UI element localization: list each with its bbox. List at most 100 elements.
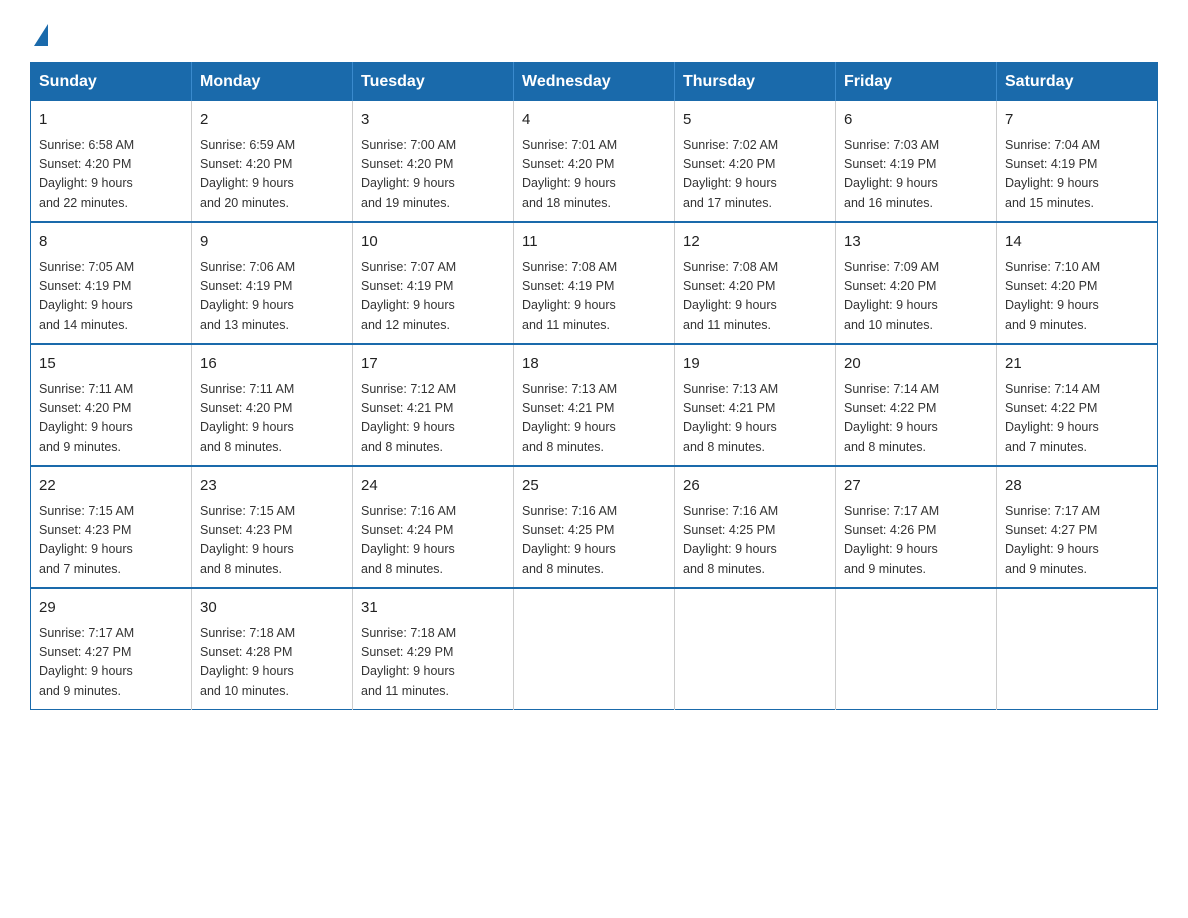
- day-info: Sunrise: 7:16 AMSunset: 4:25 PMDaylight:…: [683, 502, 827, 580]
- calendar-week-row: 29Sunrise: 7:17 AMSunset: 4:27 PMDayligh…: [31, 588, 1158, 710]
- day-info: Sunrise: 7:00 AMSunset: 4:20 PMDaylight:…: [361, 136, 505, 214]
- day-number: 3: [361, 109, 505, 132]
- day-info: Sunrise: 6:59 AMSunset: 4:20 PMDaylight:…: [200, 136, 344, 214]
- day-number: 16: [200, 353, 344, 376]
- calendar-cell: 22 Sunrise: 7:15 AMSunset: 4:23 PMDayligh…: [31, 466, 192, 588]
- day-number: 2: [200, 109, 344, 132]
- calendar-cell: 15 Sunrise: 7:11 AMSunset: 4:20 PMDayligh…: [31, 344, 192, 466]
- day-number: 7: [1005, 109, 1149, 132]
- logo-triangle-icon: [34, 24, 48, 46]
- day-info: Sunrise: 7:16 AMSunset: 4:24 PMDaylight:…: [361, 502, 505, 580]
- page-header: [30, 20, 1158, 44]
- calendar-cell: 28Sunrise: 7:17 AMSunset: 4:27 PMDayligh…: [997, 466, 1158, 588]
- calendar-cell: 17 Sunrise: 7:12 AMSunset: 4:21 PMDayligh…: [353, 344, 514, 466]
- calendar-cell: 18Sunrise: 7:13 AMSunset: 4:21 PMDayligh…: [514, 344, 675, 466]
- day-info: Sunrise: 6:58 AMSunset: 4:20 PMDaylight:…: [39, 136, 183, 214]
- calendar-cell: 12 Sunrise: 7:08 AMSunset: 4:20 PMDayligh…: [675, 222, 836, 344]
- day-number: 9: [200, 231, 344, 254]
- calendar-cell: 19 Sunrise: 7:13 AMSunset: 4:21 PMDayligh…: [675, 344, 836, 466]
- day-number: 19: [683, 353, 827, 376]
- calendar-cell: 3 Sunrise: 7:00 AMSunset: 4:20 PMDaylight…: [353, 101, 514, 222]
- day-info: Sunrise: 7:02 AMSunset: 4:20 PMDaylight:…: [683, 136, 827, 214]
- day-info: Sunrise: 7:17 AMSunset: 4:27 PMDaylight:…: [39, 624, 183, 702]
- day-info: Sunrise: 7:04 AMSunset: 4:19 PMDaylight:…: [1005, 136, 1149, 214]
- day-info: Sunrise: 7:14 AMSunset: 4:22 PMDaylight:…: [844, 380, 988, 458]
- calendar-cell: 30Sunrise: 7:18 AMSunset: 4:28 PMDayligh…: [192, 588, 353, 710]
- weekday-header-sunday: Sunday: [31, 63, 192, 102]
- calendar-cell: 1 Sunrise: 6:58 AMSunset: 4:20 PMDaylight…: [31, 101, 192, 222]
- calendar-cell: 8 Sunrise: 7:05 AMSunset: 4:19 PMDaylight…: [31, 222, 192, 344]
- calendar-week-row: 15 Sunrise: 7:11 AMSunset: 4:20 PMDayligh…: [31, 344, 1158, 466]
- day-info: Sunrise: 7:18 AMSunset: 4:29 PMDaylight:…: [361, 624, 505, 702]
- calendar-cell: 10 Sunrise: 7:07 AMSunset: 4:19 PMDayligh…: [353, 222, 514, 344]
- calendar-cell: 31 Sunrise: 7:18 AMSunset: 4:29 PMDayligh…: [353, 588, 514, 710]
- weekday-header-row: SundayMondayTuesdayWednesdayThursdayFrid…: [31, 63, 1158, 102]
- calendar-cell: 4Sunrise: 7:01 AMSunset: 4:20 PMDaylight…: [514, 101, 675, 222]
- day-number: 23: [200, 475, 344, 498]
- calendar-cell: [675, 588, 836, 710]
- day-number: 21: [1005, 353, 1149, 376]
- day-info: Sunrise: 7:13 AMSunset: 4:21 PMDaylight:…: [683, 380, 827, 458]
- day-info: Sunrise: 7:01 AMSunset: 4:20 PMDaylight:…: [522, 136, 666, 214]
- calendar-cell: [997, 588, 1158, 710]
- calendar-cell: 26 Sunrise: 7:16 AMSunset: 4:25 PMDayligh…: [675, 466, 836, 588]
- day-info: Sunrise: 7:10 AMSunset: 4:20 PMDaylight:…: [1005, 258, 1149, 336]
- day-number: 31: [361, 597, 505, 620]
- day-info: Sunrise: 7:05 AMSunset: 4:19 PMDaylight:…: [39, 258, 183, 336]
- day-number: 26: [683, 475, 827, 498]
- weekday-header-tuesday: Tuesday: [353, 63, 514, 102]
- calendar-week-row: 1 Sunrise: 6:58 AMSunset: 4:20 PMDaylight…: [31, 101, 1158, 222]
- day-info: Sunrise: 7:08 AMSunset: 4:19 PMDaylight:…: [522, 258, 666, 336]
- day-info: Sunrise: 7:08 AMSunset: 4:20 PMDaylight:…: [683, 258, 827, 336]
- day-info: Sunrise: 7:11 AMSunset: 4:20 PMDaylight:…: [39, 380, 183, 458]
- calendar-cell: 23 Sunrise: 7:15 AMSunset: 4:23 PMDayligh…: [192, 466, 353, 588]
- day-info: Sunrise: 7:15 AMSunset: 4:23 PMDaylight:…: [200, 502, 344, 580]
- weekday-header-saturday: Saturday: [997, 63, 1158, 102]
- day-number: 22: [39, 475, 183, 498]
- day-number: 10: [361, 231, 505, 254]
- calendar-cell: 16 Sunrise: 7:11 AMSunset: 4:20 PMDayligh…: [192, 344, 353, 466]
- day-number: 20: [844, 353, 988, 376]
- calendar-cell: [836, 588, 997, 710]
- day-info: Sunrise: 7:12 AMSunset: 4:21 PMDaylight:…: [361, 380, 505, 458]
- day-number: 11: [522, 231, 666, 254]
- weekday-header-friday: Friday: [836, 63, 997, 102]
- weekday-header-thursday: Thursday: [675, 63, 836, 102]
- calendar-cell: 25 Sunrise: 7:16 AMSunset: 4:25 PMDayligh…: [514, 466, 675, 588]
- day-number: 17: [361, 353, 505, 376]
- calendar-week-row: 8 Sunrise: 7:05 AMSunset: 4:19 PMDaylight…: [31, 222, 1158, 344]
- day-info: Sunrise: 7:03 AMSunset: 4:19 PMDaylight:…: [844, 136, 988, 214]
- day-number: 8: [39, 231, 183, 254]
- calendar-cell: 24 Sunrise: 7:16 AMSunset: 4:24 PMDayligh…: [353, 466, 514, 588]
- day-info: Sunrise: 7:07 AMSunset: 4:19 PMDaylight:…: [361, 258, 505, 336]
- calendar-cell: 7 Sunrise: 7:04 AMSunset: 4:19 PMDaylight…: [997, 101, 1158, 222]
- calendar-cell: 9Sunrise: 7:06 AMSunset: 4:19 PMDaylight…: [192, 222, 353, 344]
- calendar-cell: 2 Sunrise: 6:59 AMSunset: 4:20 PMDaylight…: [192, 101, 353, 222]
- day-number: 30: [200, 597, 344, 620]
- calendar-cell: 5 Sunrise: 7:02 AMSunset: 4:20 PMDaylight…: [675, 101, 836, 222]
- day-number: 6: [844, 109, 988, 132]
- calendar-cell: 11 Sunrise: 7:08 AMSunset: 4:19 PMDayligh…: [514, 222, 675, 344]
- day-info: Sunrise: 7:11 AMSunset: 4:20 PMDaylight:…: [200, 380, 344, 458]
- calendar-cell: 29Sunrise: 7:17 AMSunset: 4:27 PMDayligh…: [31, 588, 192, 710]
- logo: [30, 20, 48, 44]
- weekday-header-monday: Monday: [192, 63, 353, 102]
- day-info: Sunrise: 7:17 AMSunset: 4:27 PMDaylight:…: [1005, 502, 1149, 580]
- day-number: 18: [522, 353, 666, 376]
- day-info: Sunrise: 7:16 AMSunset: 4:25 PMDaylight:…: [522, 502, 666, 580]
- day-number: 15: [39, 353, 183, 376]
- day-number: 25: [522, 475, 666, 498]
- calendar-cell: 14 Sunrise: 7:10 AMSunset: 4:20 PMDayligh…: [997, 222, 1158, 344]
- day-number: 1: [39, 109, 183, 132]
- calendar-cell: 6 Sunrise: 7:03 AMSunset: 4:19 PMDaylight…: [836, 101, 997, 222]
- day-info: Sunrise: 7:17 AMSunset: 4:26 PMDaylight:…: [844, 502, 988, 580]
- weekday-header-wednesday: Wednesday: [514, 63, 675, 102]
- day-number: 12: [683, 231, 827, 254]
- day-number: 27: [844, 475, 988, 498]
- calendar-cell: 13Sunrise: 7:09 AMSunset: 4:20 PMDayligh…: [836, 222, 997, 344]
- day-info: Sunrise: 7:15 AMSunset: 4:23 PMDaylight:…: [39, 502, 183, 580]
- day-number: 14: [1005, 231, 1149, 254]
- day-number: 5: [683, 109, 827, 132]
- day-number: 24: [361, 475, 505, 498]
- day-info: Sunrise: 7:14 AMSunset: 4:22 PMDaylight:…: [1005, 380, 1149, 458]
